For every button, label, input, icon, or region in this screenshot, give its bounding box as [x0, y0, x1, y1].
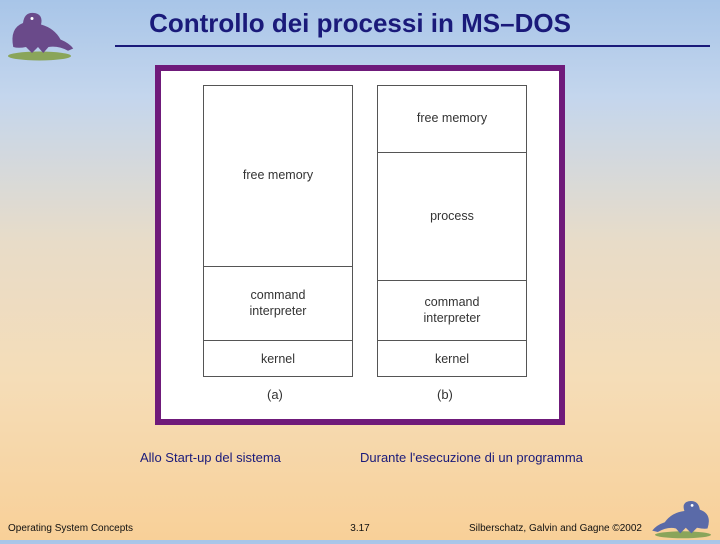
footer-right: Silberschatz, Galvin and Gagne ©2002	[469, 523, 642, 534]
caption-right: Durante l'esecuzione di un programma	[360, 450, 583, 465]
segment-command-interpreter: command interpreter	[204, 266, 352, 340]
column-label-b: (b)	[437, 387, 453, 402]
caption-left: Allo Start-up del sistema	[140, 450, 281, 465]
title-underline	[115, 45, 710, 47]
slide-title: Controllo dei processi in MS–DOS	[0, 0, 720, 39]
segment-kernel: kernel	[204, 340, 352, 378]
figure-frame: free memory command interpreter kernel (…	[155, 65, 565, 425]
segment-process: process	[378, 152, 526, 280]
segment-free-memory: free memory	[378, 86, 526, 152]
memory-column-b: free memory process command interpreter …	[377, 85, 527, 377]
figure: free memory command interpreter kernel (…	[161, 71, 559, 419]
dinosaur-icon	[2, 2, 77, 60]
dinosaur-icon	[648, 490, 718, 538]
footer-left: Operating System Concepts	[8, 523, 133, 534]
segment-kernel: kernel	[378, 340, 526, 378]
memory-column-a: free memory command interpreter kernel	[203, 85, 353, 377]
segment-command-interpreter: command interpreter	[378, 280, 526, 340]
segment-free-memory: free memory	[204, 86, 352, 266]
footer-page-number: 3.17	[350, 523, 369, 534]
column-label-a: (a)	[267, 387, 283, 402]
